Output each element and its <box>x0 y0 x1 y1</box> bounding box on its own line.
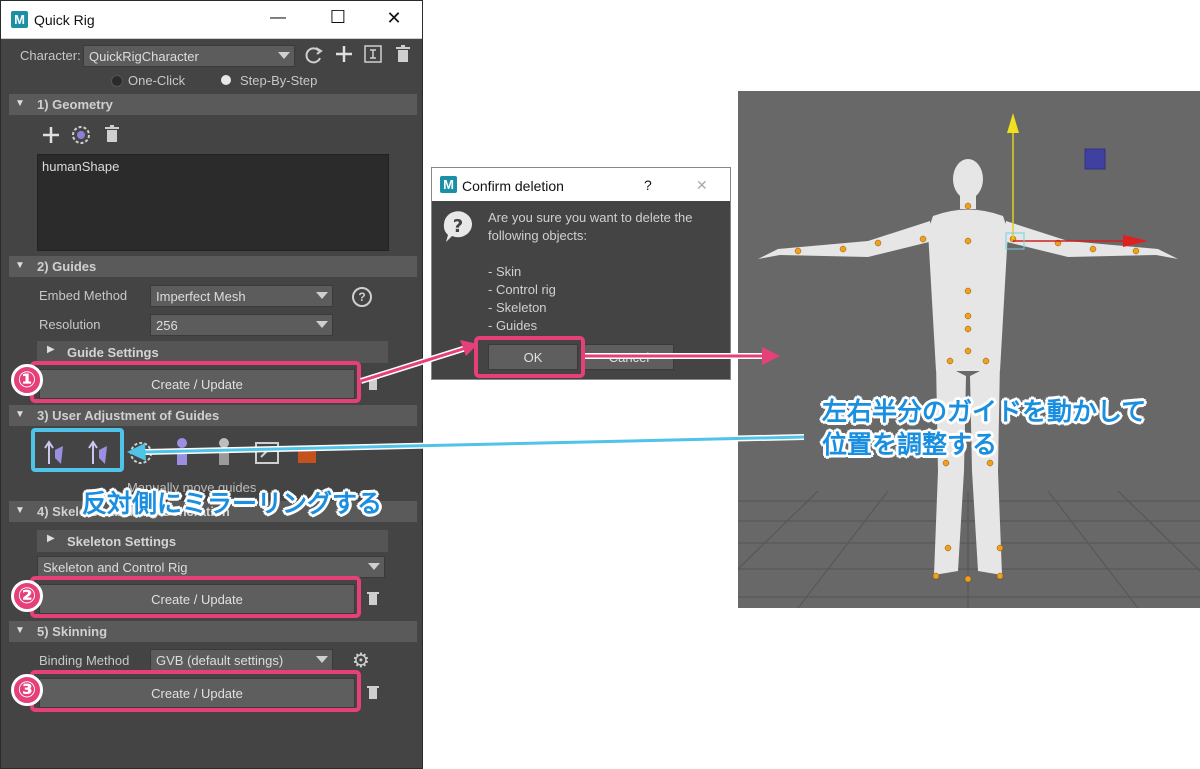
adjust-annotation-line1: 左右半分のガイドを動かして <box>822 398 1147 426</box>
annotation-arrows <box>127 340 805 461</box>
adjust-annotation-line2: 位置を調整する <box>822 431 998 459</box>
